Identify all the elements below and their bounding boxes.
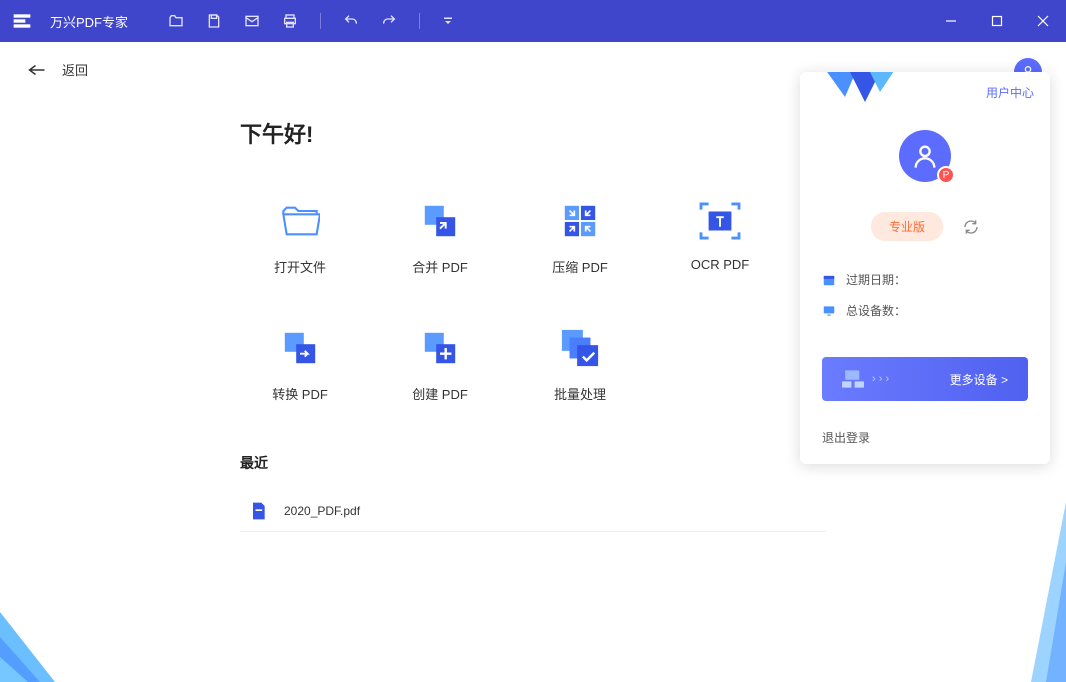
expiry-label: 过期日期： — [846, 271, 906, 288]
app-title: 万兴PDF专家 — [50, 12, 128, 31]
refresh-icon[interactable] — [963, 219, 979, 235]
recent-file-item[interactable]: 2020_PDF.pdf — [240, 491, 826, 532]
convert-pdf-button[interactable]: 转换 PDF — [240, 326, 360, 403]
user-panel: 用户中心 P 专业版 过期日期： 总设备数： — [800, 72, 1050, 464]
merge-icon — [418, 199, 462, 243]
calendar-icon — [822, 273, 836, 287]
plan-badge-icon: P — [937, 166, 955, 184]
ocr-pdf-button[interactable]: OCR PDF — [660, 199, 780, 276]
undo-icon[interactable] — [343, 13, 359, 29]
minimize-button[interactable] — [928, 0, 974, 42]
close-button[interactable] — [1020, 0, 1066, 42]
arrow-icon: › › › — [872, 373, 889, 385]
convert-icon — [278, 326, 322, 370]
feature-label: 创建 PDF — [412, 384, 468, 403]
feature-label: 合并 PDF — [412, 257, 468, 276]
save-icon[interactable] — [206, 13, 222, 29]
user-center-link[interactable]: 用户中心 — [986, 84, 1034, 101]
plan-badge: 专业版 — [871, 212, 943, 241]
folder-icon[interactable] — [168, 13, 184, 29]
more-devices-button[interactable]: › › › 更多设备 > — [822, 357, 1028, 401]
avatar-icon: P — [899, 130, 951, 182]
feature-label: OCR PDF — [691, 257, 750, 272]
redo-icon[interactable] — [381, 13, 397, 29]
recent-file-name: 2020_PDF.pdf — [284, 504, 360, 518]
devices-icon — [842, 370, 864, 388]
feature-label: 批量处理 — [554, 384, 606, 403]
feature-label: 转换 PDF — [272, 384, 328, 403]
feature-label: 压缩 PDF — [552, 257, 608, 276]
batch-icon — [558, 326, 602, 370]
create-icon — [418, 326, 462, 370]
more-devices-label: 更多设备 > — [950, 371, 1008, 388]
pdf-file-icon — [248, 501, 268, 521]
decoration-bottom-left — [0, 582, 100, 682]
folder-open-icon — [278, 199, 322, 243]
devices-row: 总设备数： — [822, 302, 1028, 319]
monitor-icon — [822, 304, 836, 318]
create-pdf-button[interactable]: 创建 PDF — [380, 326, 500, 403]
batch-process-button[interactable]: 批量处理 — [520, 326, 640, 403]
compress-icon — [558, 199, 602, 243]
panel-decoration — [820, 72, 900, 112]
mail-icon[interactable] — [244, 13, 260, 29]
feature-label: 打开文件 — [274, 257, 326, 276]
titlebar: 万兴PDF专家 — [0, 0, 1066, 42]
merge-pdf-button[interactable]: 合并 PDF — [380, 199, 500, 276]
recent-title: 最近 — [240, 453, 826, 473]
separator — [419, 13, 420, 29]
open-file-button[interactable]: 打开文件 — [240, 199, 360, 276]
separator — [320, 13, 321, 29]
app-logo-icon — [12, 11, 32, 31]
print-icon[interactable] — [282, 13, 298, 29]
decoration-bottom-right — [1006, 502, 1066, 682]
devices-label: 总设备数： — [846, 302, 906, 319]
back-label[interactable]: 返回 — [62, 60, 88, 79]
greeting-text: 下午好! — [240, 117, 826, 149]
compress-pdf-button[interactable]: 压缩 PDF — [520, 199, 640, 276]
back-arrow-icon[interactable] — [28, 63, 46, 77]
expiry-row: 过期日期： — [822, 271, 1028, 288]
maximize-button[interactable] — [974, 0, 1020, 42]
logout-button[interactable]: 退出登录 — [800, 411, 1050, 464]
dropdown-icon[interactable] — [442, 15, 454, 27]
ocr-icon — [698, 199, 742, 243]
